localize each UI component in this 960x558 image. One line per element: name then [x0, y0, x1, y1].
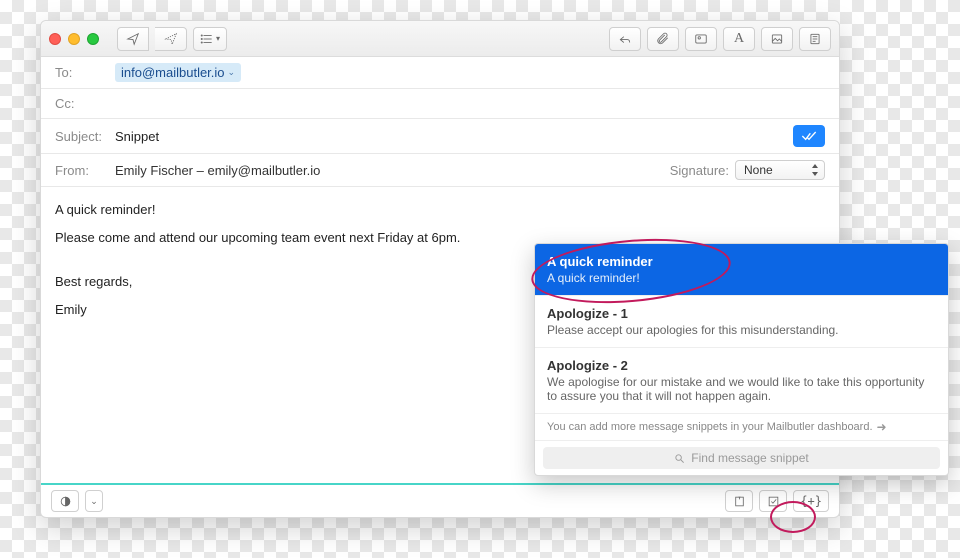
- photo-browser-button[interactable]: [685, 27, 717, 51]
- from-row: From: Emily Fischer – emily@mailbutler.i…: [41, 154, 839, 187]
- zoom-window-button[interactable]: [87, 33, 99, 45]
- search-icon: [674, 453, 685, 464]
- snippet-item-selected[interactable]: A quick reminder A quick reminder!: [535, 244, 948, 296]
- note-icon: [808, 32, 822, 46]
- contrast-icon: [59, 495, 72, 508]
- subject-value: Snippet: [115, 129, 159, 144]
- from-value: Emily Fischer – emily@mailbutler.io: [115, 163, 320, 178]
- snippet-search-row: Find message snippet: [535, 441, 948, 475]
- text-format-icon: A: [734, 31, 744, 47]
- notes-button[interactable]: [799, 27, 831, 51]
- snippet-item[interactable]: Apologize - 2 We apologise for our mista…: [535, 348, 948, 414]
- appearance-button[interactable]: [51, 490, 79, 512]
- cc-label: Cc:: [55, 96, 107, 111]
- close-window-button[interactable]: [49, 33, 61, 45]
- bottom-toolbar: ⌄ {+}: [41, 483, 839, 517]
- window-controls: [49, 33, 99, 45]
- snippet-title: Apologize - 2: [547, 358, 936, 373]
- send-button[interactable]: [117, 27, 149, 51]
- signature-label: Signature:: [670, 163, 729, 178]
- snippet-search-input[interactable]: Find message snippet: [543, 447, 940, 469]
- snippet-popover: A quick reminder A quick reminder! Apolo…: [534, 243, 949, 476]
- snippet-item[interactable]: Apologize - 1 Please accept our apologie…: [535, 296, 948, 348]
- cc-row[interactable]: Cc:: [41, 89, 839, 119]
- format-button[interactable]: A: [723, 27, 755, 51]
- markup-button[interactable]: [761, 27, 793, 51]
- task-button[interactable]: [759, 490, 787, 512]
- snippet-search-placeholder: Find message snippet: [691, 451, 808, 465]
- snippet-icon-label: {+}: [800, 494, 822, 508]
- appearance-menu[interactable]: ⌄: [85, 490, 103, 512]
- from-label: From:: [55, 163, 107, 178]
- minimize-window-button[interactable]: [68, 33, 80, 45]
- reply-icon: [618, 32, 632, 46]
- template-icon: [733, 495, 746, 508]
- snippets.items.2.preview: We apologise for our mistake and we woul…: [547, 375, 936, 403]
- to-recipient-text: info@mailbutler.io: [121, 65, 225, 80]
- template-button[interactable]: [725, 490, 753, 512]
- signature-value: None: [744, 163, 773, 177]
- snippet-preview: Please accept our apologies for this mis…: [547, 323, 936, 337]
- checkbox-icon: [767, 495, 780, 508]
- paper-plane-outline-icon: [164, 32, 178, 46]
- body-line: A quick reminder!: [55, 199, 825, 221]
- tracking-toggle[interactable]: [793, 125, 825, 147]
- reply-button[interactable]: [609, 27, 641, 51]
- signature-select[interactable]: None: [735, 160, 825, 180]
- snippet-hint-text: You can add more message snippets in you…: [547, 421, 873, 433]
- send-later-button[interactable]: [155, 27, 187, 51]
- chevron-down-icon: ⌄: [228, 67, 236, 78]
- paper-plane-icon: [126, 32, 140, 46]
- list-icon: [200, 32, 214, 46]
- snippet-hint-row[interactable]: You can add more message snippets in you…: [535, 414, 948, 441]
- titlebar: ▾ A: [41, 21, 839, 57]
- to-label: To:: [55, 65, 107, 80]
- header-fields-menu[interactable]: ▾: [193, 27, 227, 51]
- attach-button[interactable]: [647, 27, 679, 51]
- chevron-down-icon: ⌄: [90, 496, 98, 507]
- subject-row[interactable]: Subject: Snippet: [41, 119, 839, 154]
- image-icon: [770, 32, 784, 46]
- to-recipient-chip[interactable]: info@mailbutler.io ⌄: [115, 63, 241, 82]
- snippet-title: Apologize - 1: [547, 306, 936, 321]
- arrow-right-circle-icon: ➜: [877, 420, 887, 434]
- paperclip-icon: [656, 32, 670, 46]
- snippet-preview: A quick reminder!: [547, 271, 936, 285]
- chevron-down-icon: ▾: [216, 34, 220, 43]
- to-row[interactable]: To: info@mailbutler.io ⌄: [41, 57, 839, 89]
- snippet-title: A quick reminder: [547, 254, 936, 269]
- photo-icon: [694, 32, 708, 46]
- double-check-icon: [801, 130, 817, 142]
- snippet-button[interactable]: {+}: [793, 490, 829, 512]
- subject-label: Subject:: [55, 129, 107, 144]
- compose-window: ▾ A To: info@mailbutler.io ⌄ Cc:: [40, 20, 840, 518]
